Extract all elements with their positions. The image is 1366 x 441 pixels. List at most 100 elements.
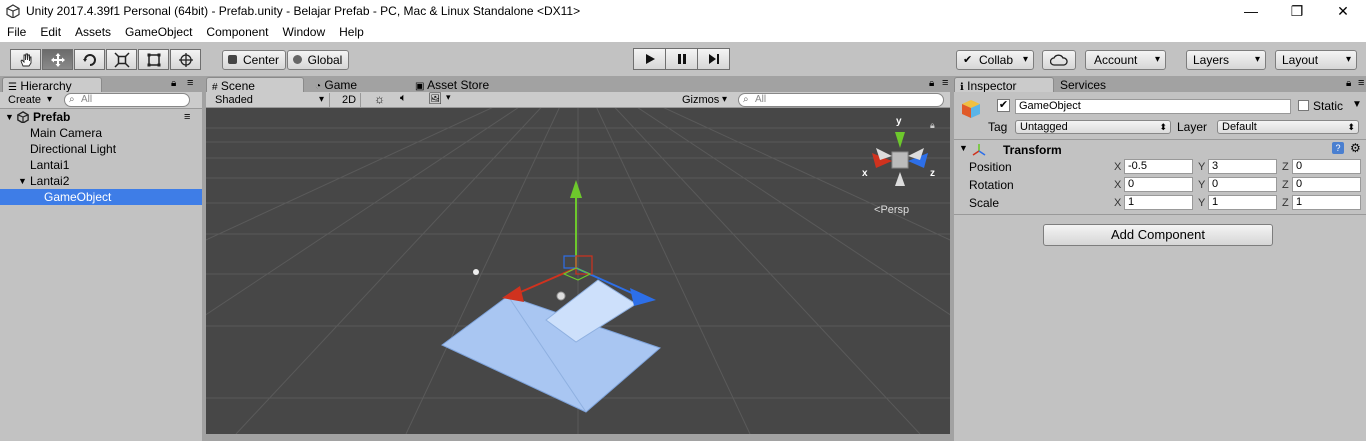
2d-toggle-button[interactable]: 2D [338,93,361,107]
axis-x-label: X [1114,179,1122,191]
z-axis-arrow-handle[interactable] [630,288,656,306]
pause-button[interactable] [665,48,698,70]
sun-lighting-icon[interactable]: ☼ [374,92,385,106]
expand-arrow-icon[interactable]: ▼ [5,109,14,125]
layout-label: Layout [1282,53,1319,67]
active-checkbox[interactable]: ✔ [997,99,1010,112]
position-z-input[interactable]: 0 [1292,159,1361,174]
gizmos-dropdown[interactable]: Gizmos [680,93,732,107]
step-button[interactable] [697,48,730,70]
expand-arrow-icon[interactable]: ▼ [18,173,27,189]
scene-viewport[interactable]: y x z 🔒︎ <Persp [206,108,950,434]
store-bag-icon: ▣ [415,81,425,92]
scene-menu-icon[interactable]: ≡ [184,109,190,125]
projection-label: Persp [880,204,910,216]
panel-splitter[interactable] [202,76,206,441]
rotation-x-input[interactable]: 0 [1124,177,1193,192]
panel-menu-icon[interactable]: ≡ [1358,77,1364,89]
search-icon: ⌕ [69,94,75,105]
camera-gizmo-icon[interactable] [473,269,479,275]
account-dropdown[interactable]: Account [1085,50,1166,70]
rect-tool-button[interactable] [138,49,169,70]
hierarchy-item-label: Directional Light [30,142,117,156]
hierarchy-item-label: Main Camera [30,126,103,140]
add-component-button[interactable]: Add Component [1043,224,1273,246]
main-toolbar: Center Global ✔ Collab Account Layers La… [0,42,1366,76]
scale-y-input[interactable]: 1 [1208,195,1277,210]
pivot-center-button[interactable]: Center [222,50,286,70]
gear-icon[interactable]: ⚙ [1350,141,1361,155]
scale-z-input[interactable]: 1 [1292,195,1361,210]
layer-dropdown[interactable]: Default [1217,120,1359,134]
collab-dropdown[interactable]: ✔ Collab [956,50,1034,70]
divider [954,214,1366,215]
hierarchy-item-label: Lantai2 [30,174,70,188]
static-checkbox[interactable] [1298,100,1309,111]
minimize-button[interactable]: — [1228,0,1274,23]
play-button[interactable] [633,48,666,70]
restore-button[interactable]: ❐ [1274,0,1320,23]
panel-menu-icon[interactable]: ≡ [187,77,193,89]
menu-edit[interactable]: Edit [33,23,68,42]
hierarchy-item-selected[interactable]: GameObject [0,189,202,205]
hand-icon [19,53,31,66]
cloud-button[interactable] [1042,50,1076,70]
chevron-down-icon[interactable]: ▾ [446,92,451,103]
hierarchy-item[interactable]: ▼ Lantai2 [0,173,202,189]
menu-gameobject[interactable]: GameObject [118,23,199,42]
hierarchy-item[interactable]: Main Camera [0,125,202,141]
panel-splitter[interactable] [950,76,954,441]
transform-component-header[interactable]: ▼ Transform ? ⚙ [954,141,1366,158]
y-axis-arrow-handle[interactable] [570,180,582,198]
menu-help[interactable]: Help [332,23,371,42]
move-tool-button[interactable] [42,49,73,70]
lock-icon[interactable]: 🔒︎ [1346,78,1351,89]
lock-icon[interactable]: 🔒︎ [929,78,934,89]
menu-file[interactable]: File [0,23,33,42]
speaker-audio-icon[interactable]: 🔈︎ [400,92,407,105]
hierarchy-search-input[interactable]: ⌕ All [64,93,190,107]
hierarchy-item[interactable]: Lantai1 [0,157,202,173]
shading-mode-dropdown[interactable]: Shaded [212,93,330,107]
layout-dropdown[interactable]: Layout [1275,50,1357,70]
create-dropdown[interactable]: Create [5,93,57,107]
position-y-input[interactable]: 3 [1208,159,1277,174]
menu-assets[interactable]: Assets [68,23,118,42]
lock-icon[interactable]: 🔒︎ [171,78,176,89]
position-x-input[interactable]: -0.5 [1124,159,1193,174]
menu-component[interactable]: Component [199,23,275,42]
panel-menu-icon[interactable]: ≡ [942,77,948,89]
object-name-input[interactable]: GameObject [1015,99,1291,114]
rotation-z-input[interactable]: 0 [1292,177,1361,192]
tag-dropdown[interactable]: Untagged [1015,120,1171,134]
help-book-icon[interactable]: ? [1332,142,1344,154]
scale-tool-button[interactable] [106,49,137,70]
lock-icon[interactable]: 🔒︎ [930,120,935,131]
rotate-tool-button[interactable] [74,49,105,70]
close-button[interactable]: ✕ [1320,0,1366,23]
collapse-arrow-icon[interactable]: ▼ [959,143,968,153]
scene-search-input[interactable]: ⌕ All [738,93,944,107]
gameobject-cube-icon [962,100,980,118]
floor-plane-lantai1[interactable] [441,295,661,413]
scale-x-input[interactable]: 1 [1124,195,1193,210]
cloud-icon [1049,54,1068,66]
tab-game-label: Game [324,78,358,92]
hierarchy-item[interactable]: Directional Light [0,141,202,157]
image-effects-icon[interactable]: 🖼︎ [428,92,442,105]
layers-dropdown[interactable]: Layers [1186,50,1266,70]
projection-toggle[interactable]: <Persp [874,204,909,216]
static-dropdown-arrow-icon[interactable]: ▼ [1352,99,1362,110]
scene-grid [206,108,950,434]
hand-tool-button[interactable] [10,49,41,70]
static-label: Static [1313,99,1344,113]
scene-root-row[interactable]: ▼ Prefab ≡ [0,109,202,125]
transform-tool-button[interactable] [170,49,201,70]
menu-window[interactable]: Window [275,23,332,42]
rotation-y-input[interactable]: 0 [1208,177,1277,192]
transform-axes-icon [972,144,986,156]
light-gizmo-icon[interactable] [556,291,566,301]
inspector-tab-strip: ℹ Inspector Services 🔒︎ ≡ [954,76,1366,94]
global-space-button[interactable]: Global [287,50,349,70]
tag-label: Tag [988,120,1008,134]
